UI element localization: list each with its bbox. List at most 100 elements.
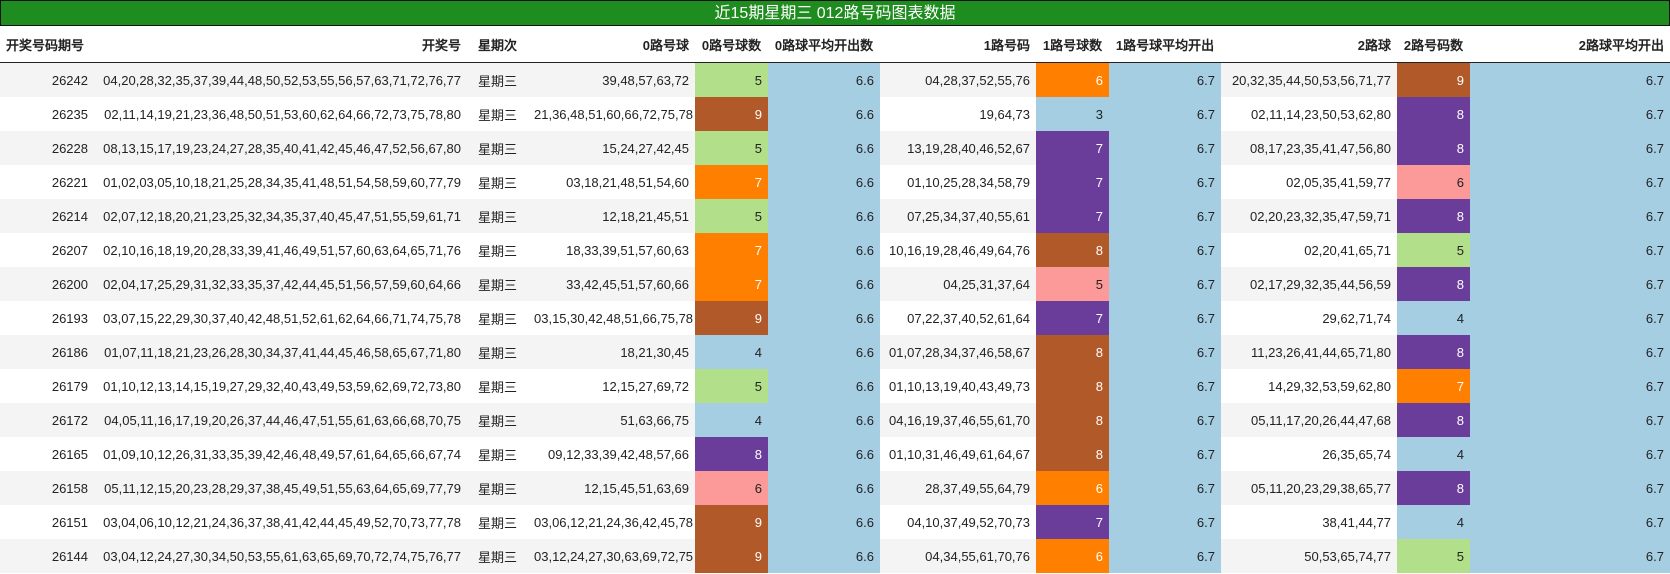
cell-route0-avg: 6.6	[768, 97, 880, 131]
data-table: 开奖号码期号 开奖号 星期次 0路号球 0路号球数 0路球平均开出数 1路号码 …	[0, 26, 1670, 573]
cell-route0-balls: 18,33,39,51,57,60,63	[528, 233, 695, 267]
cell-route2-balls: 20,32,35,44,50,53,56,71,77	[1221, 62, 1397, 97]
table-row[interactable]: 26172 04,05,11,16,17,19,20,26,37,44,46,47…	[0, 403, 1670, 437]
header-numbers[interactable]: 开奖号	[94, 26, 467, 63]
cell-weekday: 星期三	[467, 199, 528, 233]
header-route0-avg[interactable]: 0路球平均开出数	[768, 26, 880, 63]
cell-route1-balls: 13,19,28,40,46,52,67	[880, 131, 1036, 165]
cell-numbers: 02,10,16,18,19,20,28,33,39,41,46,49,51,5…	[94, 233, 467, 267]
table-row[interactable]: 26228 08,13,15,17,19,23,24,27,28,35,40,41…	[0, 131, 1670, 165]
cell-route1-avg: 6.7	[1109, 131, 1221, 165]
cell-route1-balls: 01,10,31,46,49,61,64,67	[880, 437, 1036, 471]
cell-route0-count: 9	[695, 301, 768, 335]
cell-route1-count: 6	[1036, 539, 1109, 573]
cell-weekday: 星期三	[467, 267, 528, 301]
cell-weekday: 星期三	[467, 505, 528, 539]
cell-route1-count: 7	[1036, 199, 1109, 233]
cell-route2-balls: 11,23,26,41,44,65,71,80	[1221, 335, 1397, 369]
cell-route1-avg: 6.7	[1109, 539, 1221, 573]
cell-route0-count: 4	[695, 403, 768, 437]
cell-route1-balls: 04,28,37,52,55,76	[880, 62, 1036, 97]
cell-numbers: 01,02,03,05,10,18,21,25,28,34,35,41,48,5…	[94, 165, 467, 199]
table-row[interactable]: 26165 01,09,10,12,26,31,33,35,39,42,46,48…	[0, 437, 1670, 471]
cell-route1-avg: 6.7	[1109, 301, 1221, 335]
cell-route0-balls: 15,24,27,42,45	[528, 131, 695, 165]
header-route2-count[interactable]: 2路号码数	[1397, 26, 1470, 63]
cell-route2-avg: 6.7	[1470, 199, 1670, 233]
cell-route2-count: 5	[1397, 539, 1470, 573]
table-row[interactable]: 26214 02,07,12,18,20,21,23,25,32,34,35,37…	[0, 199, 1670, 233]
cell-issue: 26172	[0, 403, 94, 437]
cell-route1-balls: 28,37,49,55,64,79	[880, 471, 1036, 505]
cell-route1-balls: 07,22,37,40,52,61,64	[880, 301, 1036, 335]
cell-route1-avg: 6.7	[1109, 437, 1221, 471]
cell-route0-balls: 12,18,21,45,51	[528, 199, 695, 233]
cell-route1-balls: 07,25,34,37,40,55,61	[880, 199, 1036, 233]
table-row[interactable]: 26186 01,07,11,18,21,23,26,28,30,34,37,41…	[0, 335, 1670, 369]
cell-route2-avg: 6.7	[1470, 403, 1670, 437]
cell-issue: 26165	[0, 437, 94, 471]
table-row[interactable]: 26151 03,04,06,10,12,21,24,36,37,38,41,42…	[0, 505, 1670, 539]
cell-route0-balls: 18,21,30,45	[528, 335, 695, 369]
cell-route2-count: 9	[1397, 62, 1470, 97]
cell-route1-avg: 6.7	[1109, 267, 1221, 301]
cell-route0-count: 5	[695, 62, 768, 97]
cell-issue: 26235	[0, 97, 94, 131]
cell-route2-count: 8	[1397, 403, 1470, 437]
cell-route1-avg: 6.7	[1109, 335, 1221, 369]
table-row[interactable]: 26200 02,04,17,25,29,31,32,33,35,37,42,44…	[0, 267, 1670, 301]
chart-data-sheet: 近15期星期三 012路号码图表数据 开奖号码期号 开奖号 星期次 0路号球 0…	[0, 0, 1670, 573]
cell-route0-avg: 6.6	[768, 335, 880, 369]
cell-route2-avg: 6.7	[1470, 62, 1670, 97]
table-row[interactable]: 26193 03,07,15,22,29,30,37,40,42,48,51,52…	[0, 301, 1670, 335]
cell-route1-balls: 01,07,28,34,37,46,58,67	[880, 335, 1036, 369]
cell-route0-balls: 09,12,33,39,42,48,57,66	[528, 437, 695, 471]
cell-route2-count: 8	[1397, 97, 1470, 131]
cell-route2-count: 5	[1397, 233, 1470, 267]
cell-numbers: 02,11,14,19,21,23,36,48,50,51,53,60,62,6…	[94, 97, 467, 131]
table-row[interactable]: 26158 05,11,12,15,20,23,28,29,37,38,45,49…	[0, 471, 1670, 505]
cell-route1-balls: 04,10,37,49,52,70,73	[880, 505, 1036, 539]
header-weekday[interactable]: 星期次	[467, 26, 528, 63]
cell-route0-avg: 6.6	[768, 471, 880, 505]
cell-route0-balls: 39,48,57,63,72	[528, 62, 695, 97]
cell-weekday: 星期三	[467, 403, 528, 437]
cell-route1-count: 6	[1036, 62, 1109, 97]
cell-route1-balls: 04,25,31,37,64	[880, 267, 1036, 301]
cell-route0-balls: 03,06,12,21,24,36,42,45,78	[528, 505, 695, 539]
header-route1-count[interactable]: 1路号球数	[1036, 26, 1109, 63]
cell-weekday: 星期三	[467, 131, 528, 165]
header-route0-balls[interactable]: 0路号球	[528, 26, 695, 63]
header-route1-balls[interactable]: 1路号码	[880, 26, 1036, 63]
cell-weekday: 星期三	[467, 301, 528, 335]
cell-issue: 26144	[0, 539, 94, 573]
header-issue[interactable]: 开奖号码期号	[0, 26, 94, 63]
table-row[interactable]: 26235 02,11,14,19,21,23,36,48,50,51,53,60…	[0, 97, 1670, 131]
cell-route0-balls: 03,18,21,48,51,54,60	[528, 165, 695, 199]
table-row[interactable]: 26179 01,10,12,13,14,15,19,27,29,32,40,43…	[0, 369, 1670, 403]
cell-issue: 26179	[0, 369, 94, 403]
cell-route1-count: 7	[1036, 505, 1109, 539]
cell-route0-balls: 51,63,66,75	[528, 403, 695, 437]
cell-numbers: 02,04,17,25,29,31,32,33,35,37,42,44,45,5…	[94, 267, 467, 301]
cell-route2-balls: 50,53,65,74,77	[1221, 539, 1397, 573]
cell-route2-balls: 26,35,65,74	[1221, 437, 1397, 471]
table-row[interactable]: 26221 01,02,03,05,10,18,21,25,28,34,35,41…	[0, 165, 1670, 199]
header-route1-avg[interactable]: 1路号球平均开出	[1109, 26, 1221, 63]
cell-route1-count: 7	[1036, 301, 1109, 335]
cell-route0-count: 6	[695, 471, 768, 505]
header-route2-avg[interactable]: 2路球平均开出	[1470, 26, 1670, 63]
cell-route2-balls: 29,62,71,74	[1221, 301, 1397, 335]
cell-weekday: 星期三	[467, 335, 528, 369]
cell-route2-count: 8	[1397, 131, 1470, 165]
table-row[interactable]: 26242 04,20,28,32,35,37,39,44,48,50,52,53…	[0, 62, 1670, 97]
header-row: 开奖号码期号 开奖号 星期次 0路号球 0路号球数 0路球平均开出数 1路号码 …	[0, 26, 1670, 63]
cell-route0-avg: 6.6	[768, 233, 880, 267]
cell-weekday: 星期三	[467, 471, 528, 505]
header-route0-count[interactable]: 0路号球数	[695, 26, 768, 63]
header-route2-balls[interactable]: 2路球	[1221, 26, 1397, 63]
cell-route0-count: 9	[695, 539, 768, 573]
table-row[interactable]: 26144 03,04,12,24,27,30,34,50,53,55,61,63…	[0, 539, 1670, 573]
cell-issue: 26207	[0, 233, 94, 267]
table-row[interactable]: 26207 02,10,16,18,19,20,28,33,39,41,46,49…	[0, 233, 1670, 267]
